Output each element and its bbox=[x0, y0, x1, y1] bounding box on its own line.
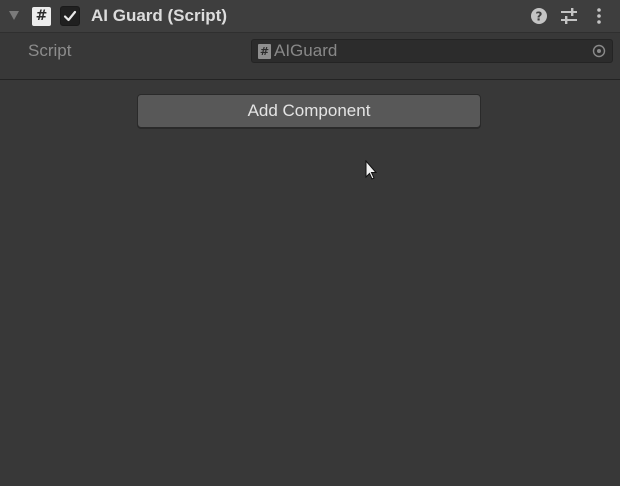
script-object-field[interactable]: # AIGuard bbox=[251, 39, 613, 63]
preset-icon[interactable] bbox=[560, 7, 578, 25]
inspector-panel: # AI Guard (Script) ? Script # AIGuard A… bbox=[0, 0, 620, 486]
help-icon[interactable]: ? bbox=[530, 7, 548, 25]
component-enabled-checkbox[interactable] bbox=[60, 6, 80, 26]
checkmark-icon bbox=[63, 10, 77, 22]
context-menu-icon[interactable] bbox=[590, 7, 608, 25]
object-picker-icon[interactable] bbox=[592, 44, 606, 58]
section-divider bbox=[0, 79, 620, 80]
script-label: Script bbox=[28, 41, 72, 60]
component-title: AI Guard (Script) bbox=[91, 6, 228, 25]
script-property-row: Script # AIGuard bbox=[0, 36, 620, 68]
script-icon: # bbox=[32, 7, 51, 26]
component-header[interactable]: # AI Guard (Script) ? bbox=[0, 0, 620, 33]
add-component-button[interactable]: Add Component bbox=[137, 94, 481, 128]
script-file-icon: # bbox=[258, 44, 271, 59]
foldout-arrow-icon[interactable] bbox=[9, 11, 19, 20]
mouse-cursor-icon bbox=[365, 160, 377, 180]
script-field-value: AIGuard bbox=[274, 41, 338, 60]
svg-text:?: ? bbox=[536, 10, 543, 24]
